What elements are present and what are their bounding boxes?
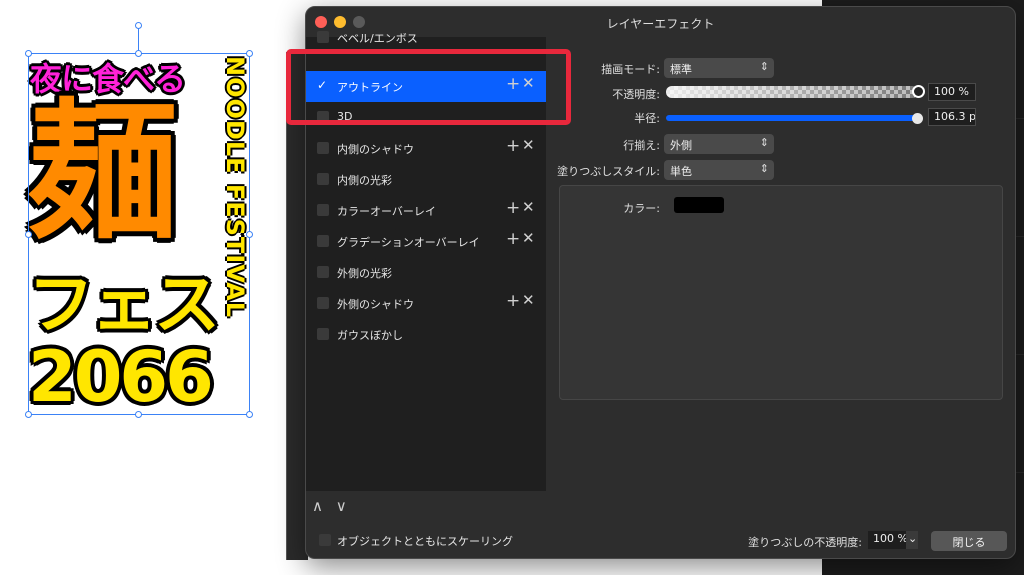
opacity-value-field[interactable]: 100 % <box>928 83 976 101</box>
popup-chevron-icon: ⇕ <box>759 162 769 175</box>
fill-opacity-value-field[interactable]: 100 % <box>868 531 906 549</box>
align-select[interactable]: 外側 ⇕ <box>664 134 774 154</box>
align-value: 外側 <box>670 139 692 152</box>
add-icon[interactable]: + <box>506 200 520 217</box>
move-up-icon[interactable]: ∧ <box>312 497 323 515</box>
rotation-handle[interactable] <box>135 22 142 29</box>
effect-item-gradient-overlay[interactable]: グラデーションオーバーレイ + ✕ <box>306 226 546 257</box>
checkbox[interactable] <box>317 31 329 43</box>
effect-label: カラーオーバーレイ <box>337 205 436 218</box>
resize-handle-bottom-left[interactable] <box>25 411 32 418</box>
effect-item-outer-shadow[interactable]: 外側のシャドウ + ✕ <box>306 288 546 319</box>
effect-label: 外側のシャドウ <box>337 298 414 311</box>
radius-slider[interactable] <box>666 115 918 121</box>
add-icon[interactable]: + <box>506 293 520 310</box>
radius-slider-knob[interactable] <box>912 113 923 124</box>
add-icon[interactable]: + <box>506 138 520 155</box>
checkbox[interactable] <box>317 328 329 340</box>
radius-value-field[interactable]: 106.3 px <box>928 108 976 126</box>
popup-chevron-icon: ⇕ <box>759 136 769 149</box>
resize-handle-top[interactable] <box>135 50 142 57</box>
fill-style-select[interactable]: 単色 ⇕ <box>664 160 774 180</box>
remove-icon[interactable]: ✕ <box>522 200 535 215</box>
blend-mode-value: 標準 <box>670 63 692 76</box>
move-down-icon[interactable]: ∨ <box>336 497 347 515</box>
checkbox[interactable] <box>317 204 329 216</box>
checkbox[interactable] <box>317 297 329 309</box>
fill-opacity-stepper[interactable]: ⌄ <box>906 531 918 549</box>
resize-handle-top-right[interactable] <box>246 50 253 57</box>
scale-with-object-label: オブジェクトとともにスケーリング <box>337 535 513 548</box>
effect-label: グラデーションオーバーレイ <box>337 236 480 249</box>
color-swatch[interactable] <box>674 197 724 213</box>
remove-icon[interactable]: ✕ <box>522 231 535 246</box>
checkbox[interactable] <box>317 173 329 185</box>
fill-settings-panel <box>559 185 1003 400</box>
add-icon[interactable]: + <box>506 231 520 248</box>
fill-style-label: 塗りつぶしスタイル: <box>557 165 660 178</box>
effect-item-color-overlay[interactable]: カラーオーバーレイ + ✕ <box>306 195 546 226</box>
scale-with-object-checkbox[interactable] <box>319 534 331 546</box>
effect-item-outer-glow[interactable]: 外側の光彩 <box>306 257 546 288</box>
resize-handle-bottom[interactable] <box>135 411 142 418</box>
resize-handle-bottom-right[interactable] <box>246 411 253 418</box>
popup-chevron-icon: ⇕ <box>759 60 769 73</box>
opacity-slider[interactable] <box>666 86 918 98</box>
fill-style-value: 単色 <box>670 165 692 178</box>
effect-item-gaussian-blur[interactable]: ガウスぼかし <box>306 319 546 350</box>
resize-handle-left[interactable] <box>25 231 32 238</box>
effect-label: 内側のシャドウ <box>337 143 414 156</box>
radius-label: 半径: <box>634 112 660 125</box>
fill-opacity-label: 塗りつぶしの不透明度: <box>748 536 862 549</box>
effect-item-inner-shadow[interactable]: 内側のシャドウ + ✕ <box>306 133 546 164</box>
effect-label: ベベル/エンボス <box>337 32 418 45</box>
blend-mode-label: 描画モード: <box>601 63 660 76</box>
close-button[interactable]: 閉じる <box>931 531 1007 551</box>
align-label: 行揃え: <box>623 139 660 152</box>
selection-box <box>28 53 250 415</box>
resize-handle-right[interactable] <box>246 231 253 238</box>
effect-label: ガウスぼかし <box>337 329 403 342</box>
blend-mode-select[interactable]: 標準 ⇕ <box>664 58 774 78</box>
resize-handle-top-left[interactable] <box>25 50 32 57</box>
effect-label: 外側の光彩 <box>337 267 392 280</box>
reorder-controls: ∧ ∨ <box>312 497 347 515</box>
remove-icon[interactable]: ✕ <box>522 293 535 308</box>
opacity-label: 不透明度: <box>612 88 660 101</box>
color-label: カラー: <box>623 202 660 215</box>
checkbox[interactable] <box>317 235 329 247</box>
checkbox[interactable] <box>317 266 329 278</box>
effect-label: 内側の光彩 <box>337 174 392 187</box>
checkbox[interactable] <box>317 142 329 154</box>
highlight-annotation <box>286 49 571 125</box>
remove-icon[interactable]: ✕ <box>522 138 535 153</box>
effect-item-inner-glow[interactable]: 内側の光彩 <box>306 164 546 195</box>
opacity-slider-knob[interactable] <box>912 85 925 98</box>
